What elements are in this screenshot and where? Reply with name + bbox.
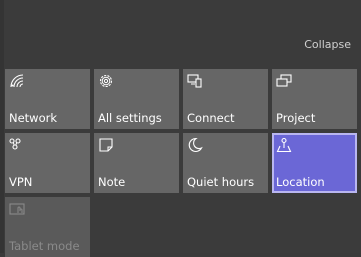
location-icon [276, 137, 292, 153]
tile-label: Network [9, 111, 58, 125]
tile-label: Note [98, 175, 126, 189]
tile-label: Project [276, 111, 316, 125]
panel-edge [0, 0, 4, 253]
gear-icon [98, 73, 114, 89]
tile-project[interactable]: Project [272, 69, 357, 129]
moon-icon [187, 137, 203, 153]
tile-label: Quiet hours [187, 175, 255, 189]
tile-tablet-mode[interactable]: Tablet mode [5, 197, 90, 257]
tablet-mode-icon [9, 201, 25, 217]
tile-label: VPN [9, 175, 33, 189]
tile-note[interactable]: Note [94, 133, 179, 193]
tile-quiet-hours[interactable]: Quiet hours [183, 133, 268, 193]
collapse-link[interactable]: Collapse [304, 38, 351, 51]
tile-label: All settings [98, 111, 162, 125]
tile-connect[interactable]: Connect [183, 69, 268, 129]
tile-label: Location [276, 175, 325, 189]
tile-vpn[interactable]: VPN [5, 133, 90, 193]
tile-network[interactable]: Network [5, 69, 90, 129]
wifi-icon [9, 73, 25, 89]
tile-label: Tablet mode [9, 239, 80, 253]
project-icon [276, 73, 292, 89]
tile-all-settings[interactable]: All settings [94, 69, 179, 129]
tile-location[interactable]: Location [272, 133, 357, 193]
action-center-panel: Collapse Network All settings Connect Pr… [0, 0, 361, 257]
note-icon [98, 137, 114, 153]
connect-icon [187, 73, 203, 89]
tile-label: Connect [187, 111, 235, 125]
vpn-icon [9, 137, 25, 153]
